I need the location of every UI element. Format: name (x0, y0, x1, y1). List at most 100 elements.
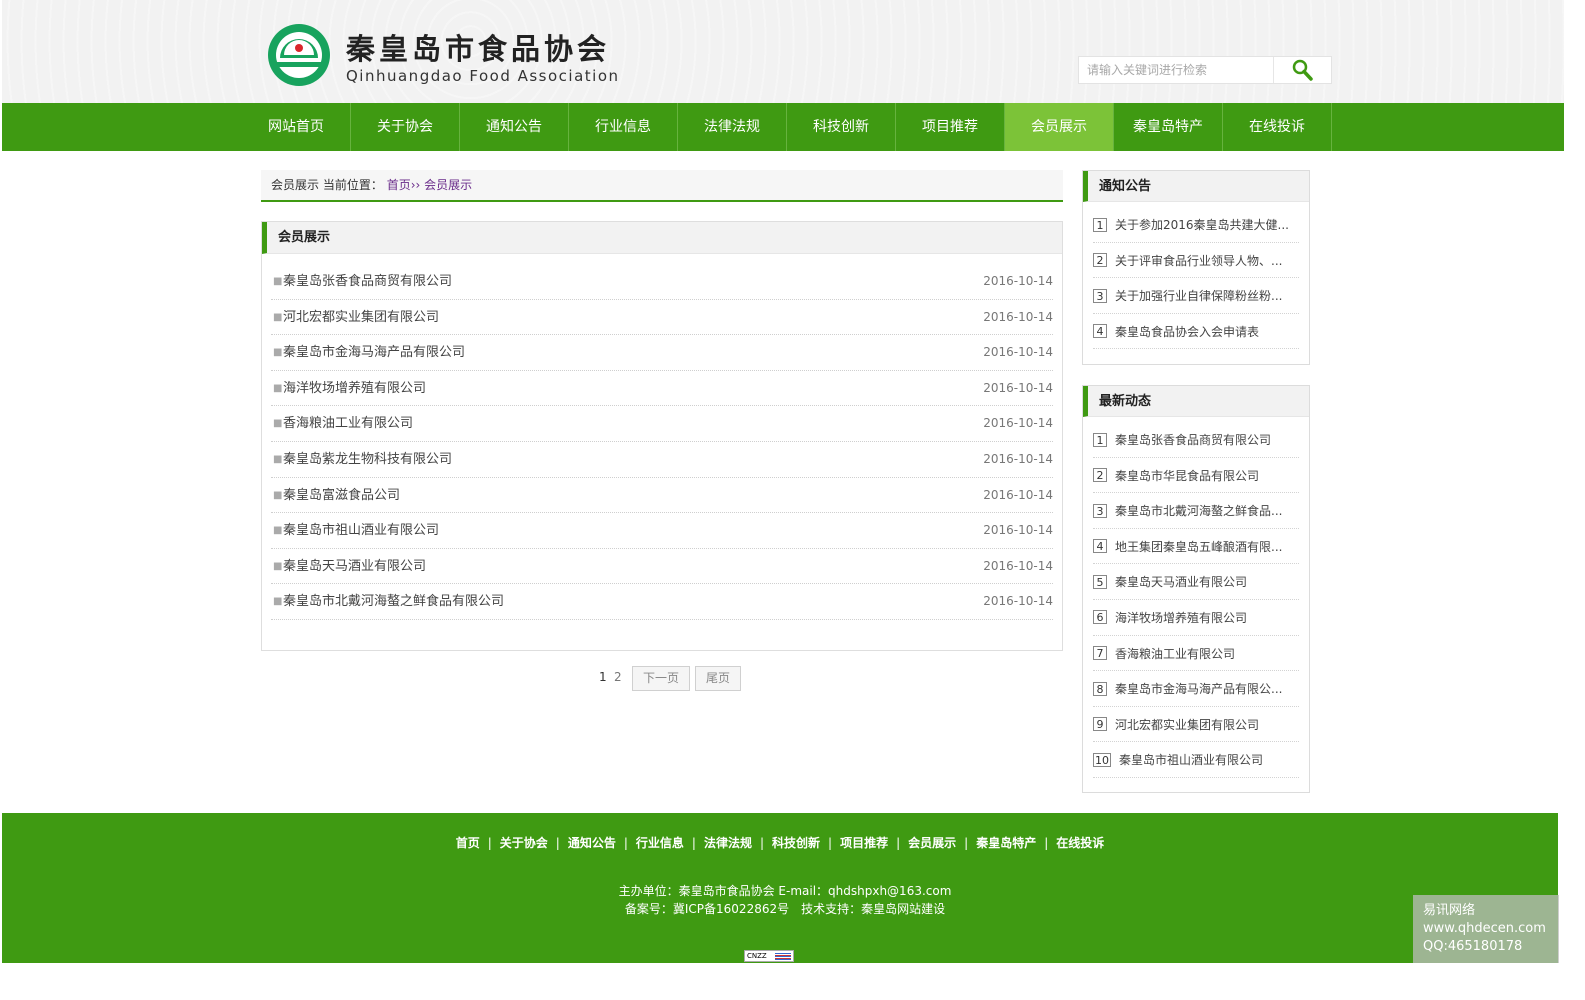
member-title-link[interactable]: 秦皇岛富滋食品公司 (283, 478, 400, 513)
nav-item[interactable]: 会员展示 (1005, 103, 1114, 151)
list-item: ■ 秦皇岛紫龙生物科技有限公司 2016-10-14 (271, 442, 1053, 478)
bullet-icon: ■ (273, 596, 283, 608)
latest-item-link[interactable]: 秦皇岛张香食品商贸有限公司 (1115, 433, 1271, 447)
member-title-link[interactable]: 秦皇岛天马酒业有限公司 (283, 549, 426, 584)
member-title-link[interactable]: 河北宏都实业集团有限公司 (283, 300, 439, 335)
bullet-icon: ■ (273, 311, 283, 323)
breadcrumb-prefix: 当前位置： (322, 178, 383, 192)
breadcrumb-section: 会员展示 (271, 178, 320, 192)
member-title-link[interactable]: 秦皇岛市金海马海产品有限公司 (283, 335, 465, 370)
logo-emblem-icon (268, 24, 330, 86)
notice-box-title: 通知公告 (1083, 171, 1309, 202)
member-title-link[interactable]: 秦皇岛市祖山酒业有限公司 (283, 513, 439, 548)
member-date: 2016-10-14 (983, 380, 1053, 395)
rank-badge: 2 (1093, 468, 1107, 483)
rank-badge: 4 (1093, 324, 1107, 339)
breadcrumb-home-link[interactable]: 首页 (387, 178, 411, 192)
page-2-link[interactable]: 2 (614, 670, 622, 684)
search-button[interactable] (1273, 57, 1331, 83)
footer-link[interactable]: 秦皇岛特产 (976, 836, 1036, 850)
breadcrumb-current-link[interactable]: 会员展示 (424, 178, 472, 192)
notice-item-link[interactable]: 关于加强行业自律保障粉丝粉... (1115, 289, 1282, 303)
latest-item-link[interactable]: 地王集团秦皇岛五峰酿酒有限... (1115, 540, 1282, 554)
member-title-link[interactable]: 海洋牧场增养殖有限公司 (283, 371, 426, 406)
footer-link-separator: | (759, 836, 765, 850)
latest-item-link[interactable]: 秦皇岛市北戴河海螯之鲜食品... (1115, 504, 1282, 518)
latest-item-link[interactable]: 海洋牧场增养殖有限公司 (1115, 611, 1247, 625)
bullet-icon: ■ (273, 276, 283, 287)
member-date: 2016-10-14 (983, 523, 1053, 538)
latest-box: 最新动态 1 秦皇岛张香食品商贸有限公司 2 秦皇岛市华昆食品有限公司 3 秦皇岛市北戴河… (1082, 385, 1310, 793)
rank-badge: 3 (1093, 288, 1107, 303)
logo-title-en: Qinhuangdao Food Association (346, 67, 620, 85)
search-box (1078, 56, 1332, 84)
footer-link[interactable]: 行业信息 (636, 836, 684, 850)
footer-link[interactable]: 首页 (456, 836, 480, 850)
nav-item[interactable]: 网站首页 (242, 103, 351, 151)
latest-item-link[interactable]: 河北宏都实业集团有限公司 (1115, 718, 1259, 732)
footer-link[interactable]: 通知公告 (568, 836, 616, 850)
member-date: 2016-10-14 (983, 309, 1053, 324)
rank-badge: 1 (1093, 217, 1107, 232)
bullet-icon: ■ (273, 418, 283, 430)
list-item: ■ 香海粮油工业有限公司 2016-10-14 (271, 406, 1053, 442)
rank-badge: 8 (1093, 681, 1107, 696)
member-title-link[interactable]: 香海粮油工业有限公司 (283, 406, 413, 441)
site-logo[interactable]: 秦皇岛市食品协会 Qinhuangdao Food Association (266, 20, 618, 92)
notice-item-link[interactable]: 秦皇岛食品协会入会申请表 (1115, 325, 1259, 339)
latest-item-link[interactable]: 秦皇岛市华昆食品有限公司 (1115, 469, 1259, 483)
nav-item[interactable]: 通知公告 (460, 103, 569, 151)
footer-link[interactable]: 科技创新 (772, 836, 820, 850)
latest-item-link[interactable]: 秦皇岛天马酒业有限公司 (1115, 575, 1247, 589)
nav-item[interactable]: 在线投诉 (1223, 103, 1332, 151)
member-title-link[interactable]: 秦皇岛市北戴河海螯之鲜食品有限公司 (283, 584, 504, 619)
latest-list-item: 7 香海粮油工业有限公司 (1093, 636, 1299, 672)
nav-list: 网站首页 关于协会 通知公告 行业信息 法律法规 科技创新 项目推荐 会员展示 秦皇岛特产 在线投… (242, 103, 1332, 151)
latest-list: 1 秦皇岛张香食品商贸有限公司 2 秦皇岛市华昆食品有限公司 3 秦皇岛市北戴河海螯之鲜食… (1083, 417, 1309, 778)
latest-list-item: 10 秦皇岛市祖山酒业有限公司 (1093, 742, 1299, 778)
member-list-panel: 会员展示 ■ 秦皇岛张香食品商贸有限公司 2016-10-14 ■ 河北宏都实业集团有限… (261, 221, 1063, 651)
member-date: 2016-10-14 (983, 416, 1053, 431)
footer-line-1: 主办单位：秦皇岛市食品协会 E-mail：qhdshpxh@163.com (618, 884, 952, 898)
last-page-button[interactable]: 尾页 (695, 666, 741, 691)
nav-item[interactable]: 关于协会 (351, 103, 460, 151)
nav-item[interactable]: 行业信息 (569, 103, 678, 151)
notice-list-item: 3 关于加强行业自律保障粉丝粉... (1093, 278, 1299, 314)
latest-item-link[interactable]: 秦皇岛市金海马海产品有限公... (1115, 682, 1282, 696)
breadcrumb: 会员展示 当前位置： 首页›› 会员展示 (261, 170, 1063, 202)
latest-list-item: 9 河北宏都实业集团有限公司 (1093, 707, 1299, 743)
nav-item[interactable]: 秦皇岛特产 (1114, 103, 1223, 151)
footer-line-2: 备案号：冀ICP备16022862号 技术支持：秦皇岛网站建设 (624, 902, 946, 916)
list-item: ■ 秦皇岛市祖山酒业有限公司 2016-10-14 (271, 513, 1053, 549)
footer-link[interactable]: 在线投诉 (1056, 836, 1104, 850)
nav-item[interactable]: 项目推荐 (896, 103, 1005, 151)
cnzz-stats-badge[interactable]: CNZZ (744, 950, 794, 962)
rank-badge: 5 (1093, 574, 1107, 589)
notice-list-item: 4 秦皇岛食品协会入会申请表 (1093, 314, 1299, 350)
watermark-line-3: QQ:465180178 (1423, 939, 1523, 954)
notice-item-link[interactable]: 关于评审食品行业领导人物、... (1115, 254, 1282, 268)
rank-badge: 3 (1093, 503, 1107, 518)
nav-item[interactable]: 法律法规 (678, 103, 787, 151)
member-title-link[interactable]: 秦皇岛紫龙生物科技有限公司 (283, 442, 452, 477)
member-date: 2016-10-14 (983, 487, 1053, 502)
search-input[interactable] (1079, 57, 1274, 83)
latest-item-link[interactable]: 秦皇岛市祖山酒业有限公司 (1119, 753, 1263, 767)
latest-list-item: 2 秦皇岛市华昆食品有限公司 (1093, 458, 1299, 494)
member-title-link[interactable]: 秦皇岛张香食品商贸有限公司 (283, 264, 452, 299)
footer-link[interactable]: 会员展示 (908, 836, 956, 850)
footer-link[interactable]: 法律法规 (704, 836, 752, 850)
list-item: ■ 秦皇岛富滋食品公司 2016-10-14 (271, 478, 1053, 514)
watermark-line-2: www.qhdecen.com (1423, 921, 1546, 936)
rank-badge: 7 (1093, 646, 1107, 661)
panel-title: 会员展示 (262, 222, 1062, 254)
latest-item-link[interactable]: 香海粮油工业有限公司 (1115, 647, 1235, 661)
latest-list-item: 4 地王集团秦皇岛五峰酿酒有限... (1093, 529, 1299, 565)
next-page-button[interactable]: 下一页 (632, 666, 690, 691)
notice-item-link[interactable]: 关于参加2016秦皇岛共建大健... (1115, 218, 1289, 232)
footer-link-separator: | (623, 836, 628, 850)
page: 秦皇岛市食品协会 Qinhuangdao Food Association 网站… (0, 0, 1585, 1000)
footer-link[interactable]: 关于协会 (500, 836, 548, 850)
footer-link[interactable]: 项目推荐 (840, 836, 888, 850)
nav-item[interactable]: 科技创新 (787, 103, 896, 151)
